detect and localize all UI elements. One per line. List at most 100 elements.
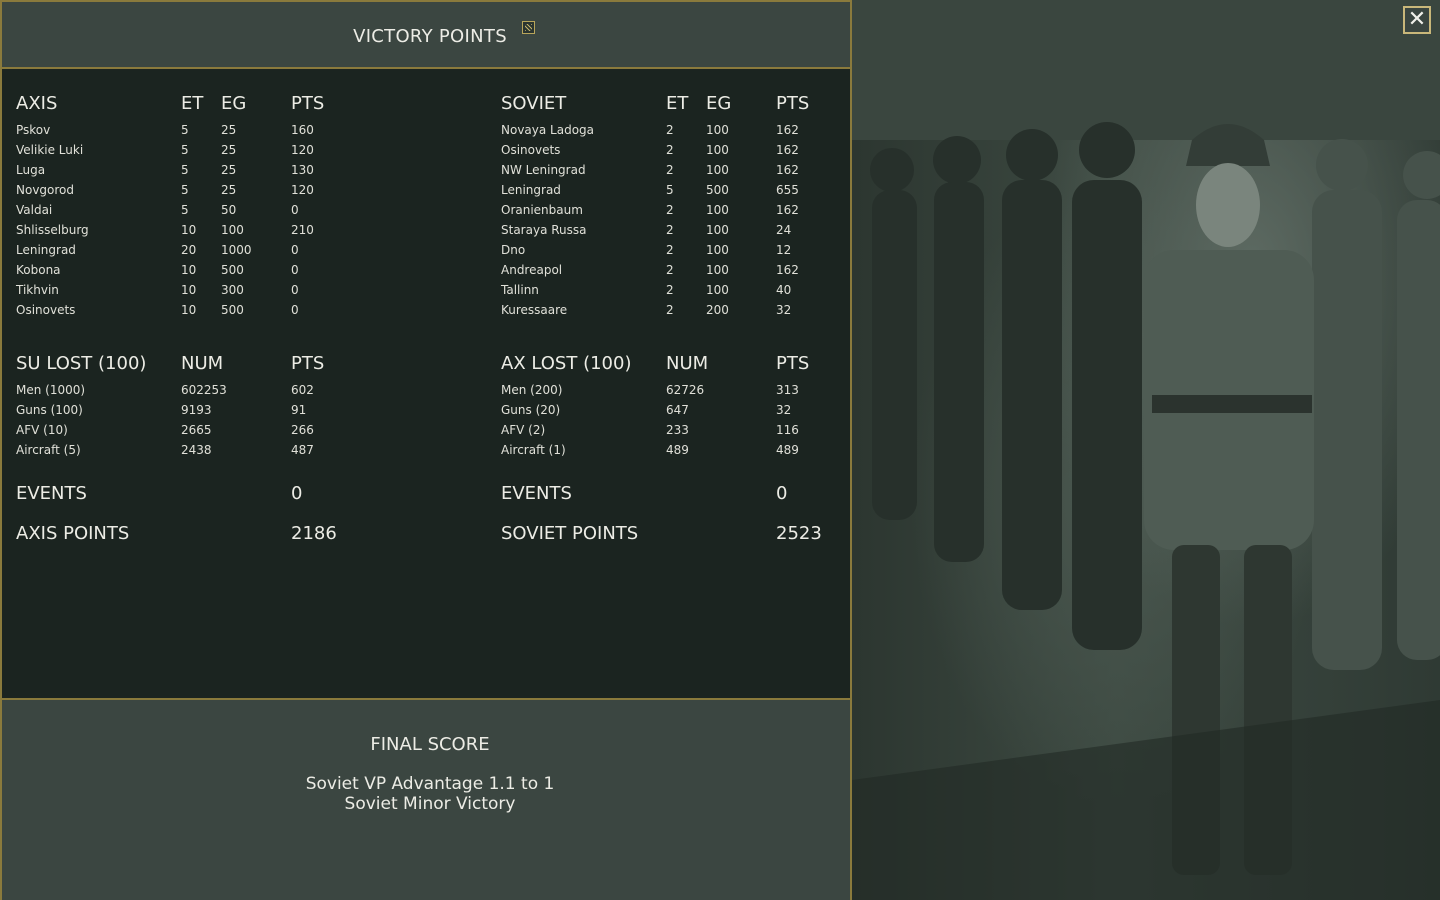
axis_cities-cell: Osinovets xyxy=(16,303,76,317)
soviet_cities-cell: 100 xyxy=(706,223,729,237)
soviet_cities-cell: Dno xyxy=(501,243,526,257)
axis_cities-cell: 5 xyxy=(181,143,189,157)
soviet_cities-cell: 100 xyxy=(706,263,729,277)
axis_cities-cell: 50 xyxy=(221,203,237,217)
ax_lost-cell: 489 xyxy=(776,443,799,457)
su_lost-cell: Guns (100) xyxy=(16,403,83,417)
vp-advantage-text: Soviet VP Advantage 1.1 to 1 xyxy=(305,774,555,794)
soviet_cities-cell: 2 xyxy=(666,203,674,217)
su_lost-header-1: NUM xyxy=(181,353,224,374)
soviet_cities-cell: 2 xyxy=(666,143,674,157)
axis_cities-cell: 0 xyxy=(291,283,299,297)
soviet_cities-cell: Novaya Ladoga xyxy=(501,123,595,137)
ax_lost-header-1: NUM xyxy=(666,353,709,374)
victory-points-panel: VICTORY POINTS AXIS ET EG PTS Pskov 5 25 160 Vel… xyxy=(0,0,852,900)
axis_cities-cell: 0 xyxy=(291,263,299,277)
soviet_cities-cell: 5 xyxy=(666,183,674,197)
soviet_cities-cell: 2 xyxy=(666,163,674,177)
soviet_cities-cell: 162 xyxy=(776,203,799,217)
su_lost-cell: Aircraft (5) xyxy=(16,443,81,457)
soviet_cities-cell: 2 xyxy=(666,243,674,257)
axis_cities-cell: Leningrad xyxy=(16,243,76,257)
soviet_cities-cell: 162 xyxy=(776,263,799,277)
soviet_cities-cell: 100 xyxy=(706,243,729,257)
axis_cities-cell: 160 xyxy=(291,123,314,137)
soviet_cities-cell: 32 xyxy=(776,303,792,317)
soviet_cities-cell: Oranienbaum xyxy=(501,203,583,217)
soviet_cities-cell: 12 xyxy=(776,243,792,257)
axis_cities-cell: Kobona xyxy=(16,263,61,277)
axis_cities-cell: 25 xyxy=(221,163,237,177)
axis_cities-cell: 0 xyxy=(291,203,299,217)
soviet_cities-header-0: SOVIET xyxy=(501,93,567,114)
axis_cities-header-0: AXIS xyxy=(16,93,58,114)
soviet_cities-cell: 2 xyxy=(666,263,674,277)
close-icon: ✕ xyxy=(1407,7,1427,32)
soviet_cities-cell: 2 xyxy=(666,123,674,137)
axis_cities-cell: 1000 xyxy=(221,243,252,257)
axis_cities-header-3: PTS xyxy=(291,93,325,114)
soldiers-photo xyxy=(852,0,1440,900)
axis_cities-header-2: EG xyxy=(221,93,247,114)
soviet_cities-cell: Tallinn xyxy=(501,283,539,297)
close-button[interactable]: ✕ xyxy=(1403,6,1431,34)
soviet_cities-cell: NW Leningrad xyxy=(501,163,586,177)
axis_cities-cell: 100 xyxy=(221,223,244,237)
axis_cities-cell: 10 xyxy=(181,283,197,297)
su_lost-header-0: SU LOST (100) xyxy=(16,353,147,374)
soviet_cities-cell: 2 xyxy=(666,223,674,237)
su_lost-cell: 2665 xyxy=(181,423,212,437)
axis_cities-cell: 5 xyxy=(181,183,189,197)
axis-points-value: 2186 xyxy=(291,523,337,544)
axis_cities-cell: 500 xyxy=(221,263,244,277)
soviet_cities-header-2: EG xyxy=(706,93,732,114)
ax_lost-cell: Guns (20) xyxy=(501,403,561,417)
soviet_cities-cell: 2 xyxy=(666,283,674,297)
soviet-points-value: 2523 xyxy=(776,523,822,544)
soviet_cities-cell: 100 xyxy=(706,283,729,297)
su_lost-cell: Men (1000) xyxy=(16,383,86,397)
ax_lost-cell: 313 xyxy=(776,383,799,397)
marching-soldiers-image xyxy=(852,0,1440,900)
soviet_cities-cell: 100 xyxy=(706,143,729,157)
su_lost-cell: AFV (10) xyxy=(16,423,68,437)
ax_lost-cell: 647 xyxy=(666,403,689,417)
su_lost-cell: 266 xyxy=(291,423,314,437)
soviet_cities-cell: 162 xyxy=(776,123,799,137)
soviet-events-label: EVENTS xyxy=(501,483,572,504)
soviet_cities-cell: 24 xyxy=(776,223,792,237)
final-score-section: FINAL SCORE Soviet VP Advantage 1.1 to 1… xyxy=(2,698,850,900)
soviet_cities-cell: 162 xyxy=(776,163,799,177)
axis_cities-cell: 300 xyxy=(221,283,244,297)
soviet_cities-cell: 162 xyxy=(776,143,799,157)
axis_cities-cell: Pskov xyxy=(16,123,51,137)
axis_cities-cell: 120 xyxy=(291,143,314,157)
soviet_cities-cell: Staraya Russa xyxy=(501,223,587,237)
soviet_cities-cell: 2 xyxy=(666,303,674,317)
axis_cities-cell: 25 xyxy=(221,123,237,137)
soviet-points-label: SOVIET POINTS xyxy=(501,523,639,544)
su_lost-header-2: PTS xyxy=(291,353,325,374)
ax_lost-cell: Men (200) xyxy=(501,383,563,397)
victory-points-table-area: AXIS ET EG PTS Pskov 5 25 160 Velikie Luki 5 25 120… xyxy=(2,69,850,697)
axis_cities-cell: 120 xyxy=(291,183,314,197)
ax_lost-cell: Aircraft (1) xyxy=(501,443,566,457)
axis_cities-cell: 5 xyxy=(181,123,189,137)
report-icon[interactable] xyxy=(522,21,535,34)
soviet_cities-cell: 100 xyxy=(706,203,729,217)
axis_cities-cell: Luga xyxy=(16,163,46,177)
su_lost-cell: 602 xyxy=(291,383,314,397)
axis_cities-cell: Novgorod xyxy=(16,183,75,197)
soviet_cities-cell: 100 xyxy=(706,123,729,137)
axis_cities-cell: 25 xyxy=(221,183,237,197)
su_lost-cell: 602253 xyxy=(181,383,227,397)
ax_lost-cell: 62726 xyxy=(666,383,705,397)
soviet_cities-cell: 40 xyxy=(776,283,792,297)
axis_cities-cell: Valdai xyxy=(16,203,53,217)
su_lost-cell: 91 xyxy=(291,403,307,417)
ax_lost-header-0: AX LOST (100) xyxy=(501,353,632,374)
axis_cities-header-1: ET xyxy=(181,93,204,114)
soviet_cities-cell: Leningrad xyxy=(501,183,561,197)
soviet_cities-cell: Kuressaare xyxy=(501,303,568,317)
axis_cities-cell: 500 xyxy=(221,303,244,317)
